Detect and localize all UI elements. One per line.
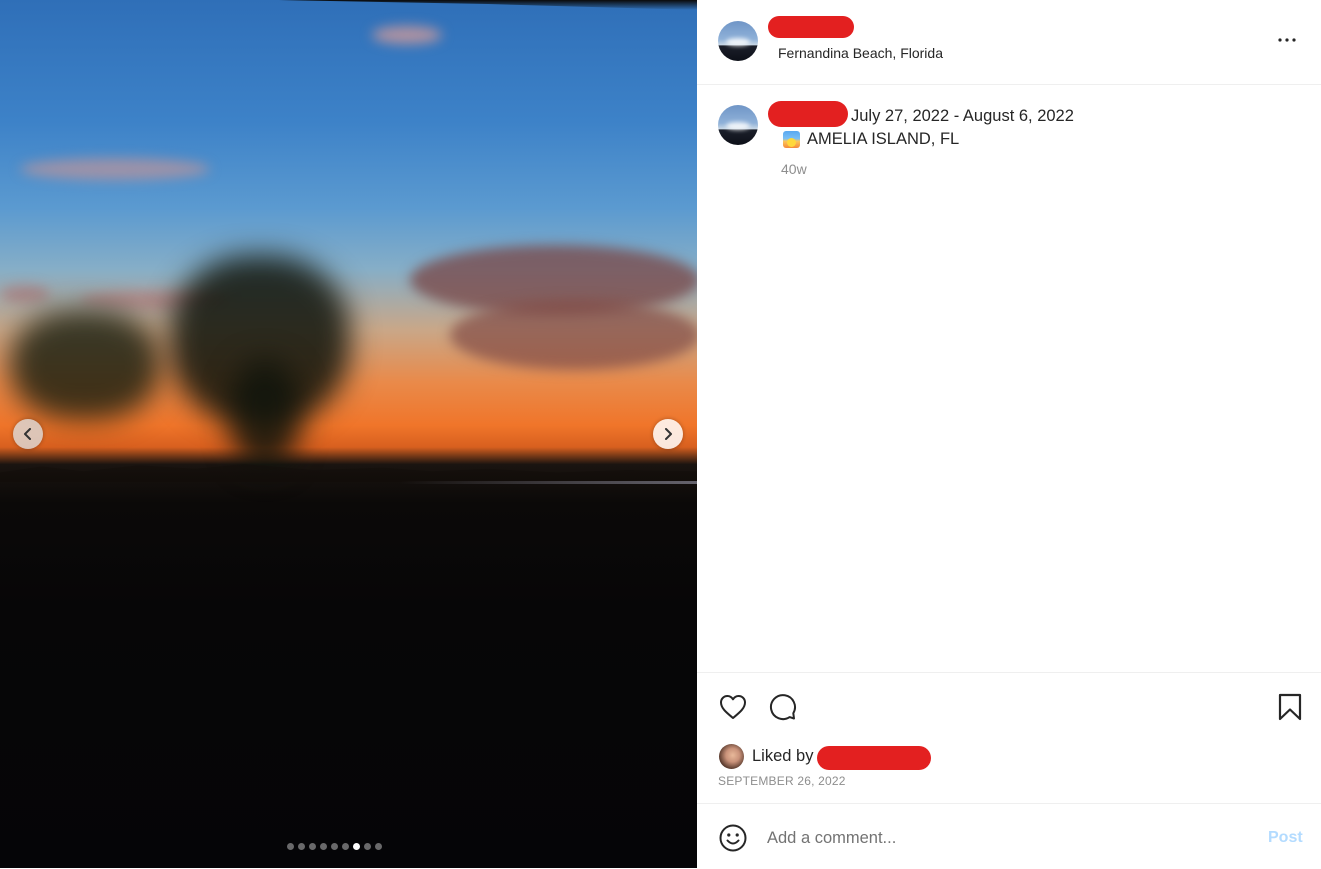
blurred-tree (10, 310, 160, 420)
blurred-tree (230, 360, 300, 470)
post-location[interactable]: Fernandina Beach, Florida (778, 45, 943, 61)
cloud (0, 285, 50, 303)
carousel-dot (309, 843, 316, 850)
post-date[interactable]: SEPTEMBER 26, 2022 (718, 774, 846, 788)
redacted-liker-name[interactable] (817, 746, 931, 770)
bookmark-icon (1278, 693, 1302, 721)
car-window-edge (278, 0, 697, 10)
post-comment-button[interactable]: Post (1268, 829, 1303, 847)
carousel-dot (331, 843, 338, 850)
carousel-dot (364, 843, 371, 850)
cloud (20, 158, 210, 180)
carousel-dot (342, 843, 349, 850)
liker-avatar[interactable] (719, 744, 744, 769)
comment-icon (769, 694, 796, 721)
comment-button[interactable] (767, 692, 797, 722)
cloud (450, 300, 697, 370)
carousel-indicator (287, 843, 382, 850)
caption-place-line: AMELIA ISLAND, FL (783, 130, 959, 149)
more-options-button[interactable] (1275, 28, 1299, 52)
comment-input[interactable] (767, 824, 1247, 852)
water-reflection (400, 481, 697, 484)
sunrise-emoji-icon (783, 131, 800, 148)
more-options-icon (1278, 38, 1296, 42)
comment-bar: Post (697, 803, 1321, 869)
chevron-left-icon (24, 428, 31, 440)
post-actions: Liked by SEPTEMBER 26, 2022 (697, 672, 1321, 804)
save-button[interactable] (1275, 692, 1305, 722)
post-side-panel: Fernandina Beach, Florida July 27, 2022 … (697, 0, 1321, 868)
post-time-ago[interactable]: 40w (781, 161, 807, 177)
previous-slide-button[interactable] (13, 419, 43, 449)
next-slide-button[interactable] (653, 419, 683, 449)
emoji-icon (719, 824, 747, 852)
caption-dates: July 27, 2022 - August 6, 2022 (851, 107, 1074, 125)
cloud (372, 26, 442, 44)
liked-by-label: Liked by (752, 747, 814, 765)
sunset-photo (0, 0, 697, 868)
carousel-dot (298, 843, 305, 850)
caption-place: AMELIA ISLAND, FL (807, 130, 960, 148)
carousel-dot (287, 843, 294, 850)
heart-icon (720, 695, 746, 719)
author-avatar[interactable] (718, 21, 758, 61)
caption-author-avatar[interactable] (718, 105, 758, 145)
post-media[interactable] (0, 0, 697, 868)
redacted-username[interactable] (768, 16, 854, 38)
caption-section: July 27, 2022 - August 6, 2022 AMELIA IS… (697, 85, 1321, 672)
emoji-button[interactable] (718, 823, 748, 853)
carousel-dot (375, 843, 382, 850)
tree-line (0, 464, 697, 482)
carousel-dot (353, 843, 360, 850)
carousel-dot (320, 843, 327, 850)
like-button[interactable] (718, 692, 748, 722)
redacted-caption-username[interactable] (768, 101, 848, 127)
post-header: Fernandina Beach, Florida (697, 0, 1321, 85)
chevron-right-icon (665, 428, 672, 440)
